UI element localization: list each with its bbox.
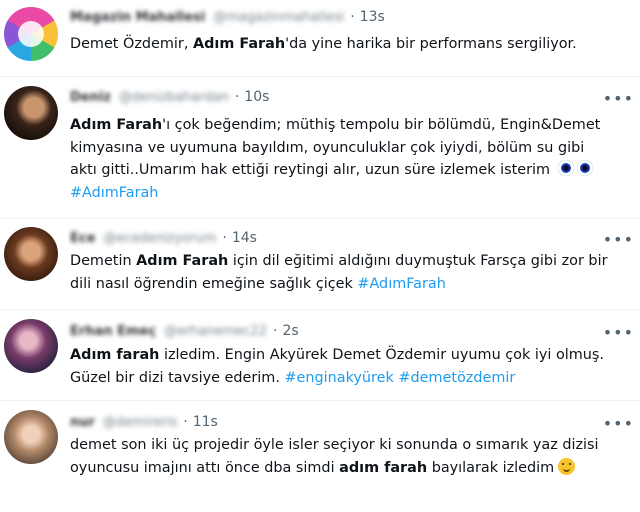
tweet-text-line: Güzel bir dizi tavsiye ederim. #enginaky…: [70, 367, 635, 390]
tweet-header: Ece @ecedenizyorum · 14s: [70, 228, 257, 248]
author-handle[interactable]: @ecedenizyorum: [103, 231, 216, 246]
avatar[interactable]: [4, 86, 58, 140]
tweet-text-line: Adım farah izledim. Engin Akyürek Demet …: [70, 344, 635, 367]
separator-dot: ·: [234, 89, 240, 105]
tweet-5[interactable]: nur @demireris · 11s ••• demet son iki ü…: [0, 401, 640, 512]
tweet-text: Demet Özdemir, Adım Farah'da yine harika…: [70, 33, 635, 56]
text-segment: demet son iki üç projedir öyle isler seç…: [70, 437, 599, 453]
hashtag-link[interactable]: #demetözdemir: [398, 370, 515, 386]
tweet-text-line: dili nasıl öğrendin emeğine sağlık çiçek…: [70, 273, 635, 296]
tweet-header: Magazin Mahallesi @magazinmahallesi · 13…: [70, 7, 385, 27]
separator-dot: ·: [222, 230, 227, 246]
more-options-icon[interactable]: •••: [603, 414, 634, 433]
avatar[interactable]: [4, 319, 58, 373]
text-segment: Demetin: [70, 253, 137, 269]
separator-dot: ·: [272, 323, 278, 339]
tweet-text-line: Demet Özdemir, Adım Farah'da yine harika…: [70, 33, 635, 56]
nazar-emoji-icon: [576, 160, 593, 176]
tweet-text-line: Adım Farah'ı çok beğendim; müthiş tempol…: [70, 114, 635, 137]
more-options-icon[interactable]: •••: [603, 323, 634, 342]
text-segment: Demet Özdemir,: [70, 36, 193, 52]
avatar[interactable]: [4, 7, 58, 61]
tweet-text-line: Demetin Adım Farah için dil eğitimi aldı…: [70, 250, 635, 273]
tweet-4[interactable]: Erhan Emeç @erhanemec22 · 2s ••• Adım fa…: [0, 310, 640, 400]
author-handle[interactable]: @denizbahardan: [119, 90, 229, 105]
hashtag-link[interactable]: #AdımFarah: [70, 185, 158, 201]
more-options-icon[interactable]: •••: [603, 89, 634, 108]
more-options-icon[interactable]: •••: [603, 230, 634, 249]
text-segment: kimyasına ve uyumuna bayıldım, oyunculuk…: [70, 139, 585, 156]
text-segment: için dil eğitimi aldığını duymuştuk Fars…: [228, 253, 608, 269]
text-segment: dili nasıl öğrendin emeğine sağlık çiçek: [70, 275, 358, 292]
avatar[interactable]: [4, 227, 58, 281]
tweet-text: demet son iki üç projedir öyle isler seç…: [70, 434, 635, 479]
avatar[interactable]: [4, 410, 58, 464]
tweet-1[interactable]: Magazin Mahallesi @magazinmahallesi · 13…: [0, 0, 640, 76]
author-name[interactable]: Ece: [70, 231, 95, 246]
smiling-face-emoji-icon: [558, 457, 576, 475]
bold-text: Adım Farah: [192, 36, 286, 52]
tweet-text: Adım Farah'ı çok beğendim; müthiş tempol…: [70, 114, 635, 204]
tweet-text: Demetin Adım Farah için dil eğitimi aldı…: [70, 250, 635, 295]
text-segment: 'ı çok beğendim; müthiş tempolu bir bölü…: [162, 117, 601, 133]
tweet-header: Deniz @denizbahardan · 10s: [70, 87, 269, 107]
hashtag-link[interactable]: #enginakyürek: [284, 370, 393, 386]
timestamp[interactable]: 13s: [360, 9, 385, 25]
text-segment: Güzel bir dizi tavsiye ederim.: [70, 369, 285, 386]
tweet-text-line: #AdımFarah: [70, 182, 635, 205]
nazar-emoji-icon: [557, 160, 574, 176]
tweet-text: Adım farah izledim. Engin Akyürek Demet …: [70, 344, 635, 389]
author-handle[interactable]: @magazinmahallesi: [213, 10, 344, 25]
bold-text: adım farah: [339, 459, 428, 476]
tweet-text-line: kimyasına ve uyumuna bayıldım, oyunculuk…: [70, 137, 635, 160]
hashtag-link[interactable]: #AdımFarah: [357, 276, 445, 292]
text-segment: aktı gitti..Umarım hak ettiği reytingi a…: [70, 162, 555, 178]
author-name[interactable]: nur: [70, 415, 95, 430]
timestamp[interactable]: 2s: [282, 323, 298, 339]
tweet-text-line: aktı gitti..Umarım hak ettiği reytingi a…: [70, 159, 635, 182]
timestamp[interactable]: 14s: [232, 230, 257, 246]
tweet-header: Erhan Emeç @erhanemec22 · 2s: [70, 321, 299, 341]
author-name[interactable]: Erhan Emeç: [70, 324, 156, 339]
tweet-2[interactable]: Deniz @denizbahardan · 10s ••• Adım Fara…: [0, 77, 640, 218]
separator-dot: ·: [183, 414, 188, 430]
text-segment: bayılarak izledim: [427, 459, 555, 476]
author-name[interactable]: Magazin Mahallesi: [70, 10, 205, 25]
tweet-text-line: demet son iki üç projedir öyle isler seç…: [70, 434, 635, 457]
bold-text: Adım farah: [70, 347, 160, 363]
author-handle[interactable]: @demireris: [103, 415, 177, 430]
bold-text: Adım Farah: [136, 253, 229, 269]
text-segment: oyuncusu imajını attı önce dba simdi: [70, 459, 340, 476]
author-handle[interactable]: @erhanemec22: [164, 324, 267, 339]
tweet-3[interactable]: Ece @ecedenizyorum · 14s ••• Demetin Adı…: [0, 219, 640, 309]
separator-dot: ·: [350, 9, 355, 25]
text-segment: izledim. Engin Akyürek Demet Özdemir uyu…: [159, 347, 604, 363]
bold-text: Adım Farah: [70, 117, 163, 133]
timestamp[interactable]: 10s: [244, 89, 269, 105]
tweet-header: nur @demireris · 11s: [70, 412, 218, 432]
author-name[interactable]: Deniz: [70, 90, 111, 105]
tweet-text-line: oyuncusu imajını attı önce dba simdi adı…: [70, 457, 635, 480]
text-segment: 'da yine harika bir performans sergiliyo…: [285, 36, 577, 52]
timestamp[interactable]: 11s: [193, 414, 218, 430]
